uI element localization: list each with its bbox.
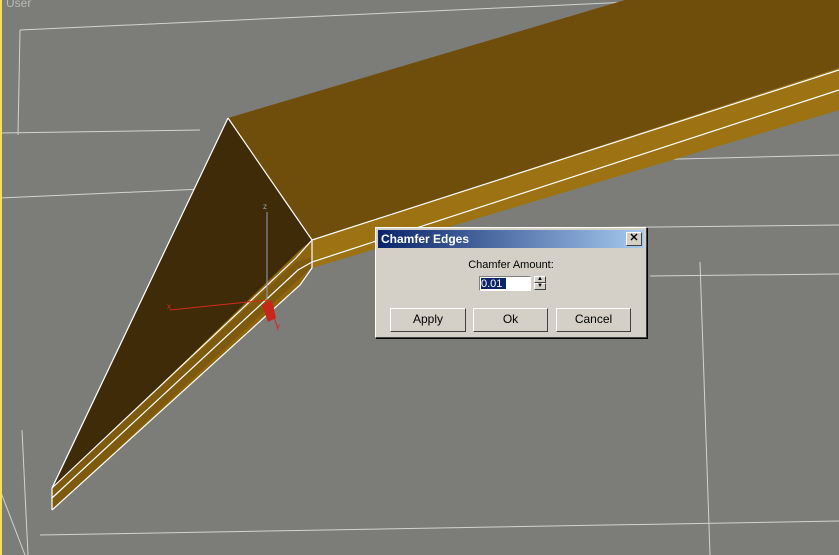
viewport-label[interactable]: User	[6, 0, 31, 10]
close-button[interactable]: ✕	[626, 232, 642, 246]
viewport-active-border-left	[0, 0, 2, 555]
axis-x-label: x	[167, 302, 171, 311]
chamfer-amount-field[interactable]	[479, 276, 531, 291]
dialog-titlebar[interactable]: Chamfer Edges ✕	[378, 230, 644, 248]
spinner-down-button[interactable]: ▼	[534, 283, 546, 290]
close-icon: ✕	[629, 232, 639, 244]
chevron-up-icon: ▲	[537, 276, 543, 282]
ok-button[interactable]: Ok	[473, 308, 548, 332]
chevron-down-icon: ▼	[537, 283, 543, 289]
spinner-up-button[interactable]: ▲	[534, 276, 546, 283]
chamfer-amount-label: Chamfer Amount:	[468, 259, 554, 271]
chamfer-amount-spinner[interactable]: ▲ ▼	[534, 276, 546, 291]
axis-z-label: z	[263, 202, 267, 211]
chamfer-amount-input[interactable]	[480, 277, 529, 290]
axis-y-label: y	[276, 322, 280, 331]
chamfer-edges-dialog: Chamfer Edges ✕ Chamfer Amount: ▲ ▼ Appl…	[375, 227, 647, 338]
apply-button[interactable]: Apply	[390, 308, 466, 332]
dialog-title: Chamfer Edges	[381, 232, 470, 246]
cancel-button[interactable]: Cancel	[556, 308, 631, 332]
